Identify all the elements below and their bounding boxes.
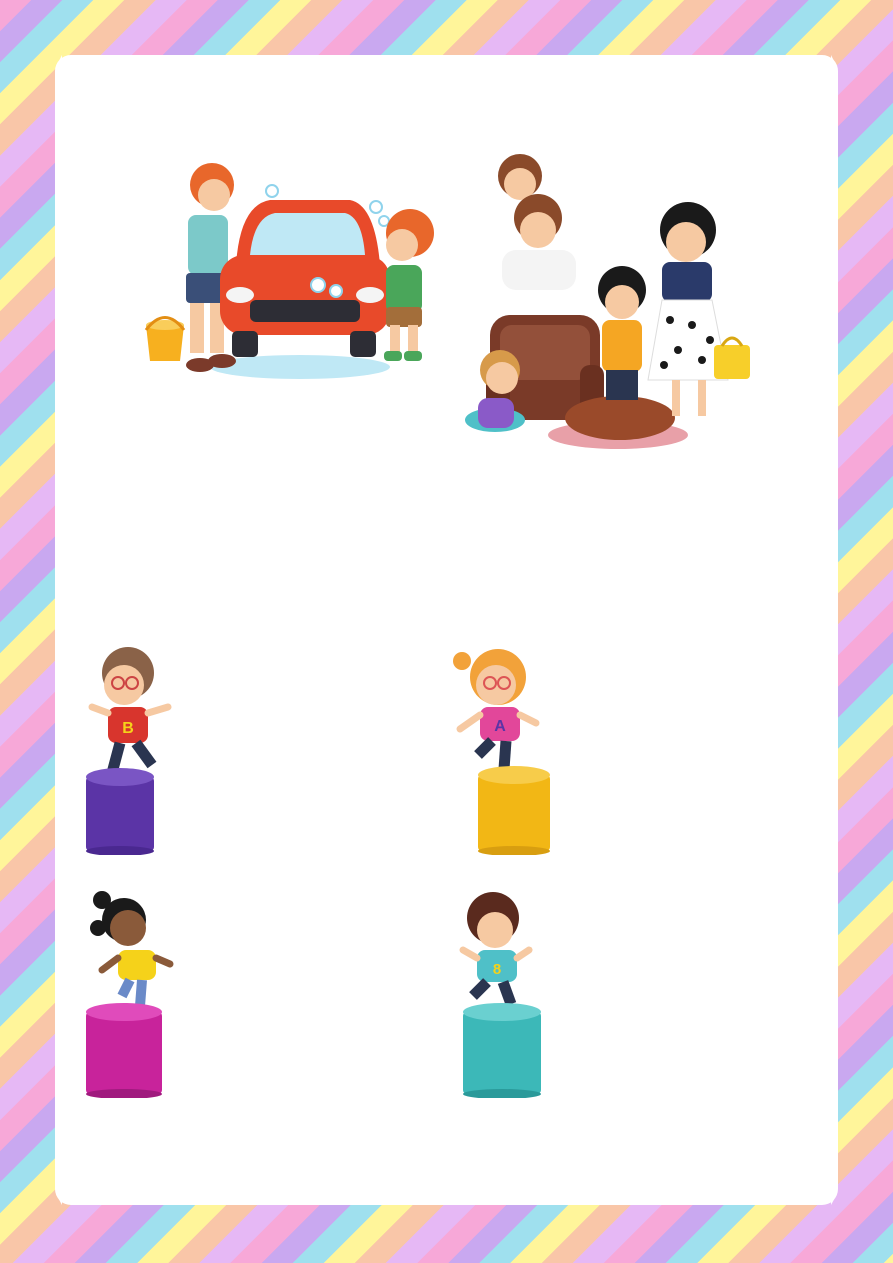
boy-letter-b-figure: B bbox=[78, 645, 178, 855]
right-scallop-border bbox=[831, 55, 838, 1205]
left-scallop-border bbox=[55, 55, 62, 1205]
boy-number-8-figure: 8 bbox=[455, 888, 555, 1098]
car-wash-illustration bbox=[140, 155, 440, 385]
shirt-letter: B bbox=[122, 720, 134, 737]
shirt-letter: A bbox=[494, 718, 506, 735]
shirt-letter: 8 bbox=[493, 961, 501, 978]
family-illustration bbox=[440, 150, 755, 455]
girl-yellow-shirt-figure bbox=[80, 888, 180, 1098]
girl-letter-a-figure: A bbox=[448, 643, 558, 855]
